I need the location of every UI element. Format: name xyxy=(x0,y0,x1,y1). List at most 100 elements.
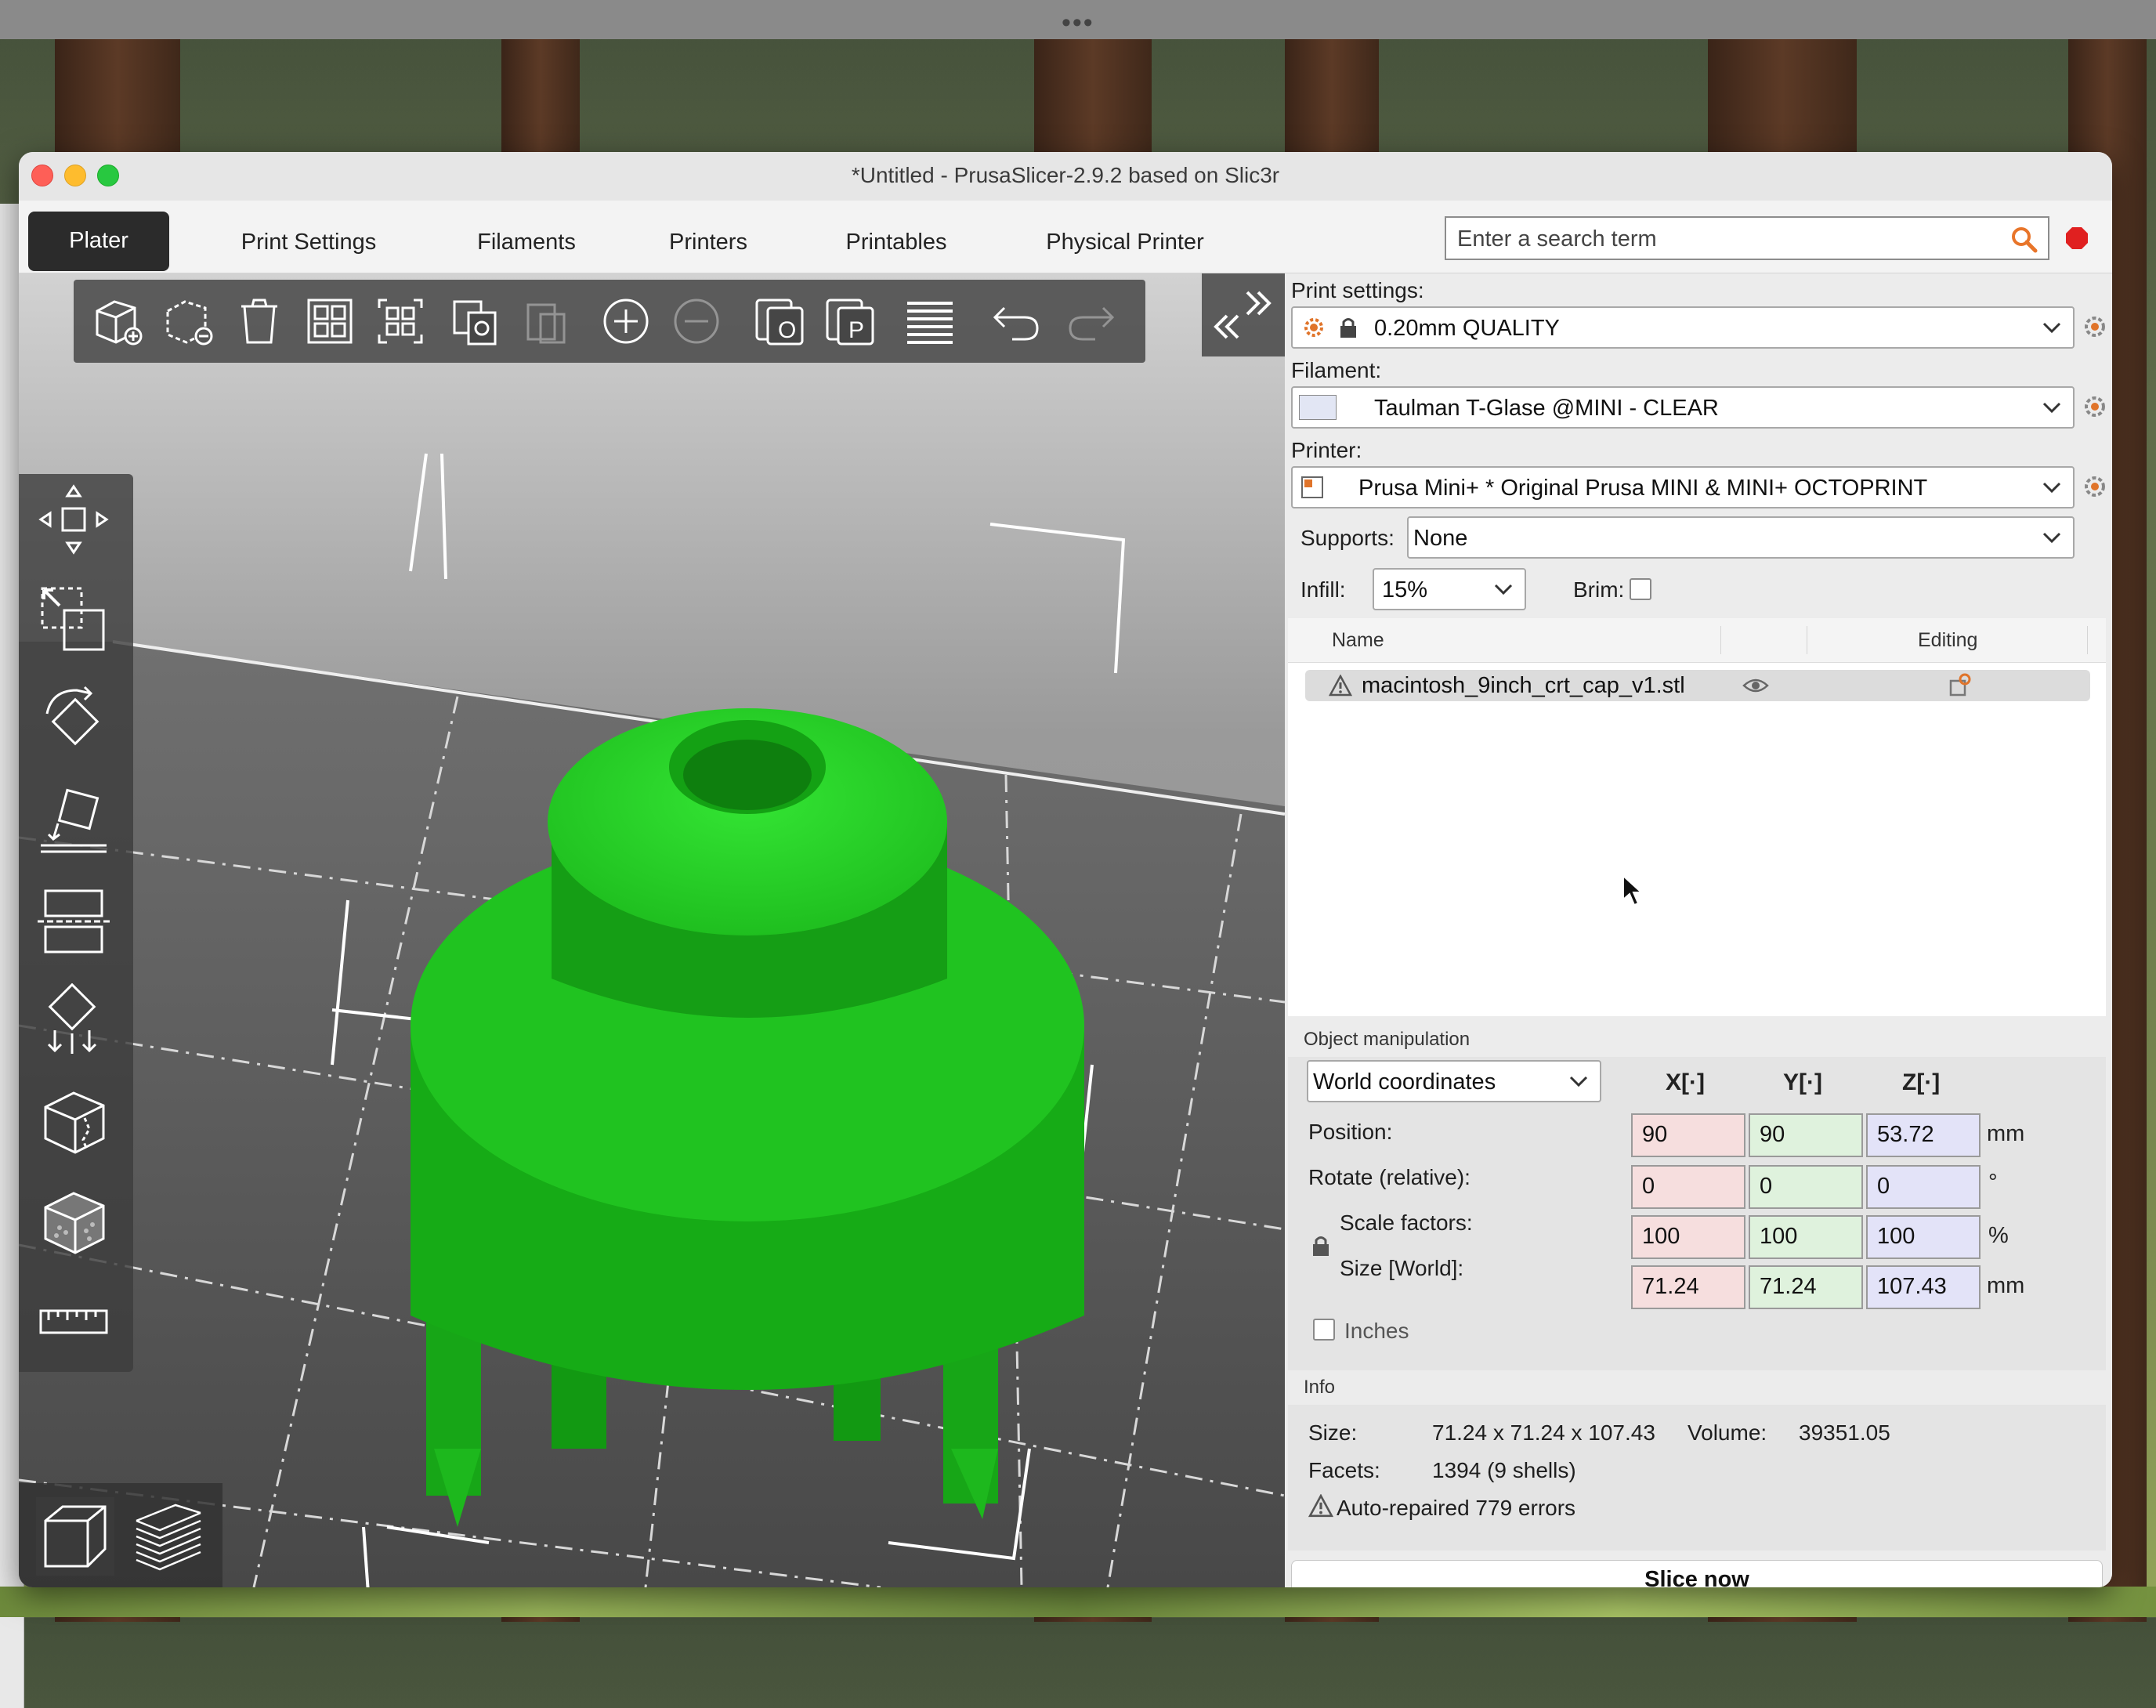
slice-now-button[interactable]: Slice now xyxy=(1291,1560,2103,1587)
scale-z-input[interactable] xyxy=(1876,1223,1973,1250)
infill-combo[interactable]: 15% xyxy=(1373,568,1526,610)
axis-x-label: X[·] xyxy=(1666,1069,1705,1095)
3d-viewport[interactable]: O P xyxy=(19,273,1285,1587)
preview-icon[interactable] xyxy=(128,1497,207,1576)
filament-combo[interactable]: Taulman T-Glase @MINI - CLEAR xyxy=(1291,386,2075,429)
tab-filaments[interactable]: Filaments xyxy=(448,213,605,271)
delete-object-icon[interactable] xyxy=(161,294,216,349)
copy-icon[interactable] xyxy=(448,294,503,349)
print-settings-combo[interactable]: 0.20mm QUALITY xyxy=(1291,306,2075,349)
edit-settings-icon[interactable] xyxy=(1948,673,1973,698)
size-y-input[interactable] xyxy=(1758,1273,1855,1301)
gear-icon[interactable] xyxy=(2082,314,2107,339)
search-icon[interactable] xyxy=(2009,224,2038,254)
inches-checkbox[interactable] xyxy=(1313,1319,1335,1341)
tab-printables[interactable]: Printables xyxy=(810,213,982,271)
position-y-input[interactable] xyxy=(1758,1121,1855,1149)
printer-label: Printer: xyxy=(1291,438,1362,462)
position-x-input[interactable] xyxy=(1641,1121,1738,1149)
position-y-field[interactable] xyxy=(1749,1113,1863,1157)
scale-y-field[interactable] xyxy=(1749,1215,1863,1259)
scale-icon[interactable] xyxy=(36,582,111,657)
tab-printers[interactable]: Printers xyxy=(638,213,779,271)
undo-icon[interactable] xyxy=(989,294,1044,349)
object-name: macintosh_9inch_crt_cap_v1.stl xyxy=(1362,673,1685,698)
info-size-value: 71.24 x 71.24 x 107.43 xyxy=(1432,1420,1655,1445)
position-x-field[interactable] xyxy=(1631,1113,1745,1157)
rotate-y-input[interactable] xyxy=(1758,1173,1855,1200)
layer-editing-icon[interactable] xyxy=(903,294,957,349)
3d-view-icon[interactable] xyxy=(36,1497,114,1576)
prusaslicer-window: *Untitled - PrusaSlicer-2.9.2 based on S… xyxy=(19,152,2112,1587)
delete-all-icon[interactable] xyxy=(232,294,287,349)
scale-z-field[interactable] xyxy=(1866,1215,1981,1259)
eye-icon[interactable] xyxy=(1742,676,1769,695)
arrange-icon[interactable] xyxy=(302,294,357,349)
coordinates-combo[interactable]: World coordinates xyxy=(1307,1060,1601,1102)
size-z-input[interactable] xyxy=(1876,1273,1973,1301)
supports-combo[interactable]: None xyxy=(1407,516,2075,559)
size-z-field[interactable] xyxy=(1866,1265,1981,1309)
brim-label: Brim: xyxy=(1573,577,1625,602)
chevron-down-icon xyxy=(2042,482,2061,494)
info-facets-value: 1394 (9 shells) xyxy=(1432,1458,1576,1482)
size-x-input[interactable] xyxy=(1641,1273,1738,1301)
position-unit: mm xyxy=(1987,1121,2025,1146)
size-x-field[interactable] xyxy=(1631,1265,1745,1309)
info-title: Info xyxy=(1304,1377,1336,1398)
scale-y-input[interactable] xyxy=(1758,1223,1855,1250)
object-list-header: Name Editing xyxy=(1288,618,2106,663)
stop-icon[interactable] xyxy=(2065,226,2089,250)
paste-icon[interactable] xyxy=(519,294,573,349)
mouse-cursor-icon xyxy=(1622,874,1644,906)
chevron-down-icon xyxy=(1494,584,1513,595)
scale-x-input[interactable] xyxy=(1641,1223,1738,1250)
collapse-sidebar-icon[interactable] xyxy=(1202,273,1285,356)
rotate-z-field[interactable] xyxy=(1866,1165,1981,1209)
tab-print-settings[interactable]: Print Settings xyxy=(207,213,411,271)
rotate-z-input[interactable] xyxy=(1876,1173,1973,1200)
place-on-face-icon[interactable] xyxy=(36,783,111,858)
tab-plater[interactable]: Plater xyxy=(28,212,169,271)
tab-physical-printer[interactable]: Physical Printer xyxy=(1007,213,1243,271)
rotate-x-field[interactable] xyxy=(1631,1165,1745,1209)
cut-icon[interactable] xyxy=(36,883,111,958)
move-icon[interactable] xyxy=(36,482,111,557)
size-y-field[interactable] xyxy=(1749,1265,1863,1309)
print-settings-label: Print settings: xyxy=(1291,278,1424,302)
search-input[interactable] xyxy=(1456,223,1991,255)
3d-scene xyxy=(19,273,1285,1587)
filament-color-swatch[interactable] xyxy=(1299,395,1337,420)
measure-icon[interactable] xyxy=(36,1284,111,1359)
fuzzy-skin-icon[interactable] xyxy=(36,1184,111,1259)
position-z-field[interactable] xyxy=(1866,1113,1981,1157)
rotate-icon[interactable] xyxy=(36,682,111,758)
add-object-icon[interactable] xyxy=(91,294,146,349)
gear-icon[interactable] xyxy=(2082,394,2107,419)
printer-combo[interactable]: Prusa Mini+ * Original Prusa MINI & MINI… xyxy=(1291,466,2075,508)
coordinates-value: World coordinates xyxy=(1313,1069,1496,1095)
rotate-x-input[interactable] xyxy=(1641,1173,1738,1200)
remove-instance-icon[interactable] xyxy=(669,294,724,349)
lock-icon[interactable] xyxy=(1311,1234,1330,1257)
redo-icon[interactable] xyxy=(1064,294,1119,349)
support-painting-icon[interactable] xyxy=(36,983,111,1058)
arrange-selection-icon[interactable] xyxy=(373,294,428,349)
add-instance-icon[interactable] xyxy=(599,294,653,349)
axis-z-label: Z[·] xyxy=(1902,1069,1941,1095)
split-objects-icon[interactable]: O xyxy=(752,294,807,349)
position-z-input[interactable] xyxy=(1876,1121,1973,1149)
rotate-y-field[interactable] xyxy=(1749,1165,1863,1209)
info-volume-label: Volume: xyxy=(1688,1420,1767,1445)
size-label: Size [World]: xyxy=(1340,1256,1464,1280)
list-item[interactable]: macintosh_9inch_crt_cap_v1.stl xyxy=(1305,670,2090,701)
search-box[interactable] xyxy=(1445,216,2049,260)
gear-icon[interactable] xyxy=(2082,474,2107,499)
scale-x-field[interactable] xyxy=(1631,1215,1745,1259)
column-editing[interactable]: Editing xyxy=(1918,629,1977,652)
seam-painting-icon[interactable] xyxy=(36,1084,111,1159)
split-parts-icon[interactable]: P xyxy=(823,294,877,349)
column-name[interactable]: Name xyxy=(1332,629,1384,652)
desktop-menu-strip: ••• xyxy=(0,0,2156,39)
brim-checkbox[interactable] xyxy=(1630,578,1651,600)
